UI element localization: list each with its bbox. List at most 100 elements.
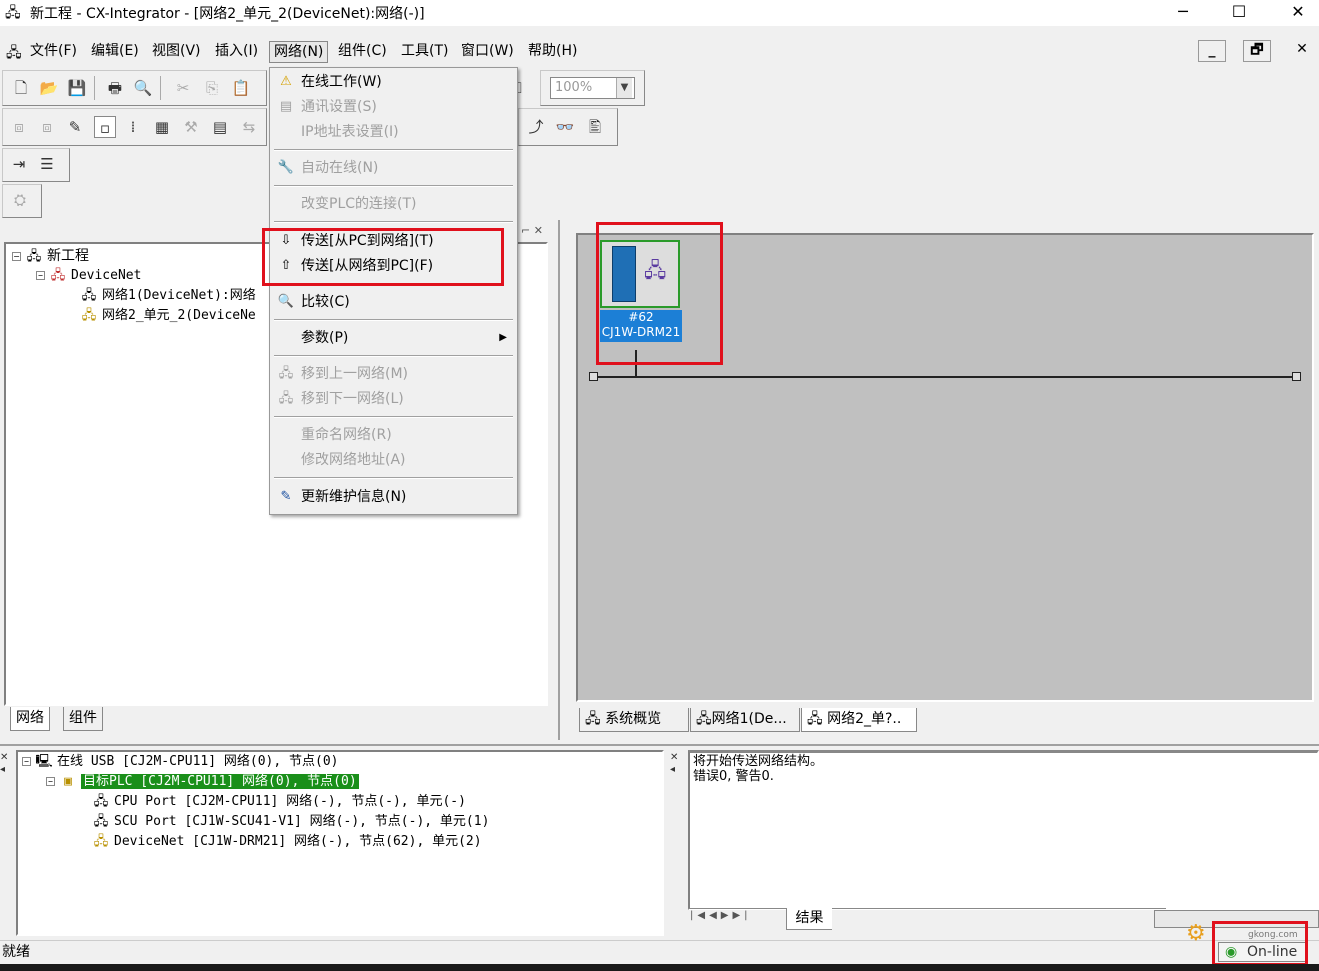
up-network-icon: 🖧 [278,366,294,381]
align-icon[interactable]: ☰ [36,153,58,175]
mdi-close-button[interactable]: ✕ [1288,40,1316,62]
binoculars-icon[interactable]: 👓 [554,116,576,138]
menu-separator [274,355,513,357]
tab-network1[interactable]: 🖧网络1(De... [690,708,800,732]
maximize-button[interactable]: ☐ [1216,0,1262,26]
menu-edit[interactable]: 编辑(E) [87,41,143,63]
save-icon[interactable]: 💾 [66,77,88,99]
collapse-icon[interactable]: − [36,271,45,280]
down-network-icon: 🖧 [278,391,294,406]
online-row-cpu-port[interactable]: 🖧 CPU Port [CJ2M-CPU11] 网络(-), 节点(-), 单元(… [92,792,466,812]
compare-icon: 🔍 [277,294,295,309]
prev-tab-icon[interactable]: ◀ [709,910,721,921]
menu-item-move-up[interactable]: 🖧 移到上一网络(M) [270,362,517,386]
table-icon[interactable]: ▦ [151,116,173,138]
route-icon[interactable]: ⛭ [9,189,31,211]
tree-item-network1[interactable]: 🖧 网络1(DeviceNet):网络 [80,286,256,306]
mdi-child-icon: 🖧 [6,45,22,61]
minimize-button[interactable]: ─ [1160,0,1206,26]
output-line: 错误0, 警告0. [693,769,774,784]
output-pane-controls[interactable]: ✕ ◂ [670,752,686,782]
splitter[interactable] [0,744,1319,746]
menu-item-comm-settings[interactable]: ▤ 通讯设置(S) [270,95,517,119]
tab-results[interactable]: 结果 [786,908,832,930]
next-tab-icon[interactable]: ▶ [721,910,733,921]
menu-item-ip-table[interactable]: IP地址表设置(I) [270,120,517,144]
trunk-line [592,376,1300,378]
menu-view[interactable]: 视图(V) [148,41,205,63]
update-maint-icon: ✎ [280,489,292,504]
menu-item-update-maintenance[interactable]: ✎ 更新维护信息(N) [270,485,517,509]
online-pane-controls[interactable]: ✕ ◂ [0,752,16,782]
print-preview-icon[interactable]: 🔍 [132,77,154,99]
online-row-target-plc[interactable]: − ▣ 目标PLC [CJ2M-CPU11] 网络(0), 节点(0) [46,772,359,792]
terminator-left[interactable] [589,372,598,381]
close-button[interactable]: ✕ [1275,0,1319,26]
copy-icon[interactable]: ⎘ [201,77,223,99]
print-icon[interactable]: 🖶 [104,77,126,99]
online-row-devicenet[interactable]: 🖧 DeviceNet [CJ1W-DRM21] 网络(-), 节点(62), 单… [92,832,482,852]
computer-icon: 🖳 [35,754,53,769]
output-line: 将开始传送网络结构。 [693,754,824,769]
menu-window[interactable]: 窗口(W) [457,41,518,63]
highlight-node-box [596,222,723,365]
menu-item-online-work[interactable]: ⚠ 在线工作(W) [270,70,517,94]
menu-item-rename-network[interactable]: 重命名网络(R) [270,423,517,447]
menu-component[interactable]: 组件(C) [334,41,391,63]
tab-navigation[interactable]: |◀◀▶▶| [690,910,780,928]
menu-file[interactable]: 文件(F) [26,41,81,63]
transfer-icon[interactable]: ⇆ [238,116,260,138]
pane-close-icon[interactable]: ⌐ ✕ [521,224,549,240]
menu-item-auto-online[interactable]: 🔧 自动在线(N) [270,156,517,180]
upload-icon[interactable]: ⤴ [525,116,547,138]
zoom-select[interactable]: 100% ▼ [550,77,635,99]
menu-insert[interactable]: 插入(I) [211,41,262,63]
menu-tools[interactable]: 工具(T) [397,41,452,63]
first-tab-icon[interactable]: |◀ [690,910,709,921]
collapse-icon[interactable]: − [22,757,31,766]
tab-network2[interactable]: 🖧 网络2_单?.. [801,708,917,732]
tools-icon[interactable]: ⚒ [180,116,202,138]
chevron-down-icon[interactable]: ▼ [616,78,632,98]
parameter-icon[interactable]: ⁞ [122,116,144,138]
online-row-scu-port[interactable]: 🖧 SCU Port [CJ1W-SCU41-V1] 网络(-), 节点(-), … [92,812,490,832]
tree-item-devicenet[interactable]: − 🖧 DeviceNet [36,266,141,286]
mdi-restore-button[interactable]: 🗗 [1243,40,1271,62]
tab-component[interactable]: 组件 [63,707,103,731]
terminator-right[interactable] [1292,372,1301,381]
menu-item-change-address[interactable]: 修改网络地址(A) [270,448,517,472]
menu-network[interactable]: 网络(N) [269,41,329,63]
comm-icon: ▤ [279,99,293,114]
collapse-icon[interactable]: − [12,251,21,261]
menu-help[interactable]: 帮助(H) [524,41,581,63]
menu-item-move-down[interactable]: 🖧 移到下一网络(L) [270,387,517,411]
open-icon[interactable]: 📂 [38,77,60,99]
mdi-minimize-button[interactable]: _ [1198,40,1226,62]
menu-item-parameters[interactable]: 参数(P) ▶ [270,326,517,350]
indent-icon[interactable]: ⇥ [8,153,30,175]
online-row-usb[interactable]: − 🖳 在线 USB [CJ2M-CPU11] 网络(0), 节点(0) [22,752,339,772]
tab-network[interactable]: 网络 [10,707,50,731]
tab-system-overview[interactable]: 🖧 系统概览 [579,708,689,732]
maintenance-icon[interactable]: ✎ [64,116,86,138]
last-tab-icon[interactable]: ▶| [732,910,751,921]
new-icon[interactable]: 🗋 [10,77,32,99]
highlight-online-box [1212,921,1308,966]
menu-item-change-plc[interactable]: 改变PLC的连接(T) [270,192,517,216]
collapse-icon[interactable]: − [46,777,55,786]
devicenet-icon: 🖧 [93,834,109,849]
zoom-value: 100% [555,80,593,95]
node-icon[interactable]: ▫ [94,116,116,138]
tree-item-network2[interactable]: 🖧 网络2_单元_2(DeviceNe [80,306,256,326]
project-icon: 🖧 [26,249,42,264]
network-icon[interactable]: ⧈ [8,116,30,138]
cut-icon[interactable]: ✂ [172,77,194,99]
paste-icon[interactable]: 📋 [230,77,252,99]
tree-item-project[interactable]: − 🖧 新工程 [12,246,89,266]
menu-separator [274,416,513,418]
memo-icon[interactable]: ▤ [209,116,231,138]
monitor-icon[interactable]: 🖺 [584,116,606,138]
network2-icon[interactable]: ⧈ [36,116,58,138]
devicenet-icon: 🖧 [50,268,66,283]
menu-item-compare[interactable]: 🔍 比较(C) [270,290,517,314]
